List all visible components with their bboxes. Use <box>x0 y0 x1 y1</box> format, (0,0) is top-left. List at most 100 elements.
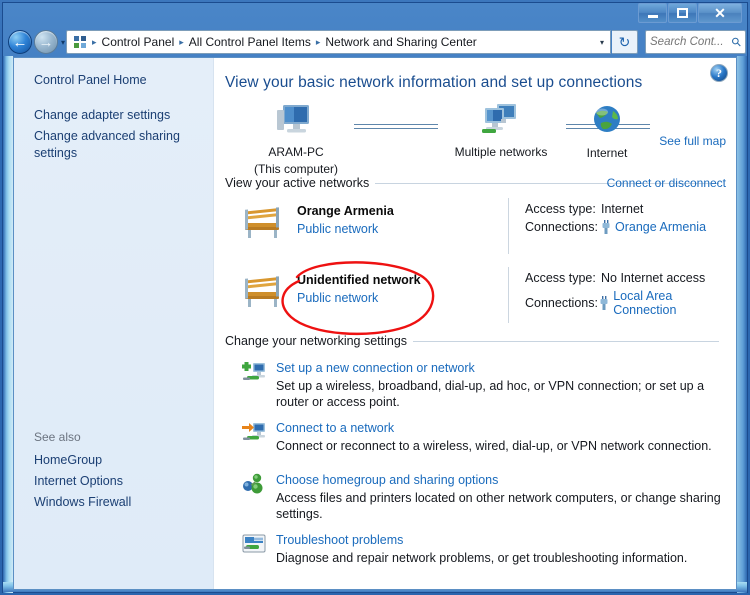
active-networks-heading: View your active networks <box>225 176 370 190</box>
connection-link[interactable]: Orange Armenia <box>615 220 706 234</box>
globe-icon <box>594 106 620 132</box>
recent-pages-dropdown[interactable]: ▾ <box>61 38 65 47</box>
network-plug-icon <box>599 296 609 310</box>
network-bench-icon <box>241 275 287 309</box>
search-box[interactable]: ⚲ <box>645 30 746 54</box>
control-panel-icon <box>72 34 88 50</box>
sidebar: Control Panel Home Change adapter settin… <box>14 58 214 589</box>
connect-or-disconnect-link[interactable]: Connect or disconnect <box>607 176 726 190</box>
access-type-value: No Internet access <box>601 271 706 285</box>
see-also-section: See also HomeGroup Internet Options Wind… <box>34 430 199 515</box>
explorer-window: ✕ ← → ▾ ▸ Control Panel ▸ All Control Pa… <box>0 0 750 595</box>
see-also-title: See also <box>34 430 81 444</box>
maximize-button[interactable] <box>668 3 697 23</box>
setting-item-setup-new-connection[interactable]: Set up a new connection or network Set u… <box>225 360 736 410</box>
row-divider <box>508 198 509 254</box>
network-plug-icon <box>601 220 611 234</box>
network-type-link[interactable]: Public network <box>297 222 378 236</box>
connect-network-icon <box>241 421 267 443</box>
refresh-icon: ↻ <box>618 33 631 50</box>
minimize-icon <box>647 14 658 18</box>
see-full-map-link[interactable]: See full map <box>659 134 726 148</box>
breadcrumb-separator: ▸ <box>92 36 97 47</box>
breadcrumb-network-sharing-center[interactable]: Network and Sharing Center <box>322 34 479 50</box>
setting-description: Connect or reconnect to a wireless, wire… <box>276 439 712 453</box>
new-connection-icon <box>241 361 267 383</box>
connections-label: Connections: <box>525 296 598 310</box>
setting-description: Access files and printers located on oth… <box>276 491 721 521</box>
back-icon: ← <box>12 33 28 51</box>
setting-link[interactable]: Troubleshoot problems <box>276 532 736 548</box>
setting-link[interactable]: Connect to a network <box>276 420 736 436</box>
computer-icon <box>277 105 309 133</box>
divider-line <box>413 340 719 342</box>
map-node-internet[interactable]: Internet <box>547 102 667 161</box>
sidebar-item-internet-options[interactable]: Internet Options <box>34 473 199 490</box>
access-type-label: Access type: <box>525 202 596 216</box>
sidebar-item-change-advanced-sharing-settings[interactable]: Change advanced sharing settings <box>34 128 199 162</box>
active-networks-header-row: View your active networks Connect or dis… <box>214 176 736 190</box>
map-node-label: Multiple networks <box>454 145 548 159</box>
main-content: ? View your basic network information an… <box>214 58 736 589</box>
title-bar: ✕ <box>0 0 750 28</box>
network-map: ARAM-PC (This computer) Multiple network… <box>214 98 736 176</box>
troubleshoot-icon <box>241 533 267 555</box>
nav-buttons: ← → ▾ <box>8 30 65 54</box>
setting-item-connect-to-network[interactable]: Connect to a network Connect or reconnec… <box>225 420 736 462</box>
help-icon[interactable]: ? <box>710 64 728 82</box>
window-edge-left <box>3 56 13 593</box>
window-controls: ✕ <box>637 3 742 23</box>
address-bar[interactable]: ▸ Control Panel ▸ All Control Panel Item… <box>66 30 611 54</box>
setting-link[interactable]: Choose homegroup and sharing options <box>276 472 736 488</box>
network-name: Unidentified network <box>297 273 421 287</box>
connections-label: Connections: <box>525 220 598 234</box>
breadcrumb-separator: ▸ <box>179 36 184 47</box>
forward-icon: → <box>38 33 54 51</box>
minimize-button[interactable] <box>638 3 667 23</box>
sidebar-item-homegroup[interactable]: HomeGroup <box>34 452 199 469</box>
access-type-row: Access type: No Internet access <box>525 271 736 285</box>
sidebar-item-change-adapter-settings[interactable]: Change adapter settings <box>34 107 199 124</box>
map-node-this-computer[interactable]: ARAM-PC (This computer) <box>236 102 356 177</box>
client-area: Control Panel Home Change adapter settin… <box>13 57 737 590</box>
connection-link[interactable]: Local Area Connection <box>613 289 736 317</box>
map-node-label: Internet <box>586 146 628 160</box>
access-type-row: Access type: Internet <box>525 202 706 216</box>
search-icon: ⚲ <box>728 33 745 51</box>
network-type-link[interactable]: Public network <box>297 291 378 305</box>
map-wire-left <box>354 124 438 129</box>
refresh-button[interactable]: ↻ <box>612 30 638 54</box>
breadcrumb-control-panel[interactable]: Control Panel <box>99 34 178 50</box>
setting-link[interactable]: Set up a new connection or network <box>276 360 736 376</box>
setting-description: Set up a wireless, broadband, dial-up, a… <box>276 379 705 409</box>
access-type-value: Internet <box>601 202 644 216</box>
back-button[interactable]: ← <box>8 30 32 54</box>
sidebar-item-control-panel-home[interactable]: Control Panel Home <box>34 72 199 89</box>
access-type-label: Access type: <box>525 271 596 285</box>
breadcrumb-separator: ▸ <box>315 36 321 47</box>
networking-settings-heading-group: Change your networking settings <box>225 334 725 348</box>
row-divider <box>508 267 509 323</box>
window-edge-right <box>737 56 747 593</box>
active-network-row: Orange Armenia Public network Access typ… <box>225 196 736 263</box>
map-node-label: ARAM-PC <box>268 145 324 159</box>
map-node-multiple-networks[interactable]: Multiple networks <box>441 102 561 160</box>
setting-description: Diagnose and repair network problems, or… <box>276 551 688 565</box>
sidebar-item-windows-firewall[interactable]: Windows Firewall <box>34 494 199 511</box>
connections-row: Connections: Orange Armenia <box>525 220 706 234</box>
setting-item-homegroup-sharing[interactable]: Choose homegroup and sharing options Acc… <box>225 472 736 522</box>
active-network-row: Unidentified network Public network Acce… <box>225 261 736 336</box>
chevron-down-icon[interactable]: ▾ <box>600 38 608 47</box>
breadcrumb-all-items[interactable]: All Control Panel Items <box>186 34 314 50</box>
setting-item-troubleshoot[interactable]: Troubleshoot problems Diagnose and repai… <box>225 532 736 574</box>
maximize-icon <box>677 8 688 18</box>
page-title: View your basic network information and … <box>225 74 643 91</box>
close-button[interactable]: ✕ <box>698 3 742 23</box>
networking-settings-heading: Change your networking settings <box>225 334 408 348</box>
network-details: Access type: No Internet access Connecti… <box>525 271 736 321</box>
homegroup-icon <box>241 473 267 495</box>
forward-button[interactable]: → <box>34 30 58 54</box>
search-input[interactable] <box>650 36 726 48</box>
network-details: Access type: Internet Connections: Orang… <box>525 202 706 238</box>
